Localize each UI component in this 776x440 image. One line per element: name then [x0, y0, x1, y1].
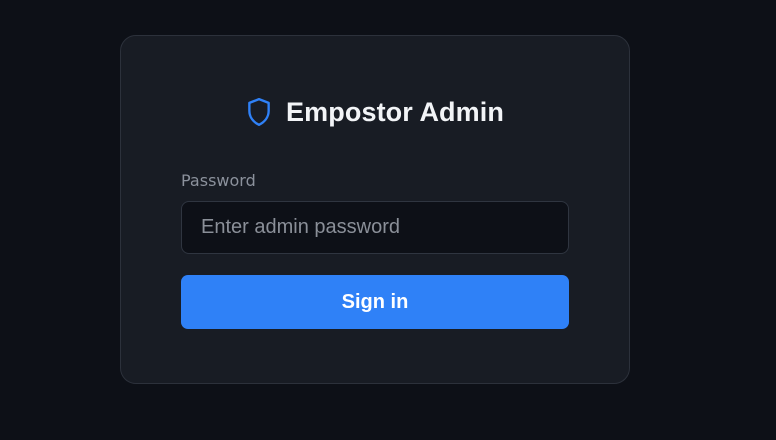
login-card: Empostor Admin Password Sign in [120, 35, 630, 384]
brand-header: Empostor Admin [121, 94, 629, 130]
password-input[interactable] [181, 201, 569, 254]
password-label: Password [181, 171, 256, 190]
page-title: Empostor Admin [286, 96, 504, 127]
login-page: Empostor Admin Password Sign in [0, 0, 776, 440]
shield-icon [246, 97, 272, 127]
sign-in-button[interactable]: Sign in [181, 275, 569, 329]
